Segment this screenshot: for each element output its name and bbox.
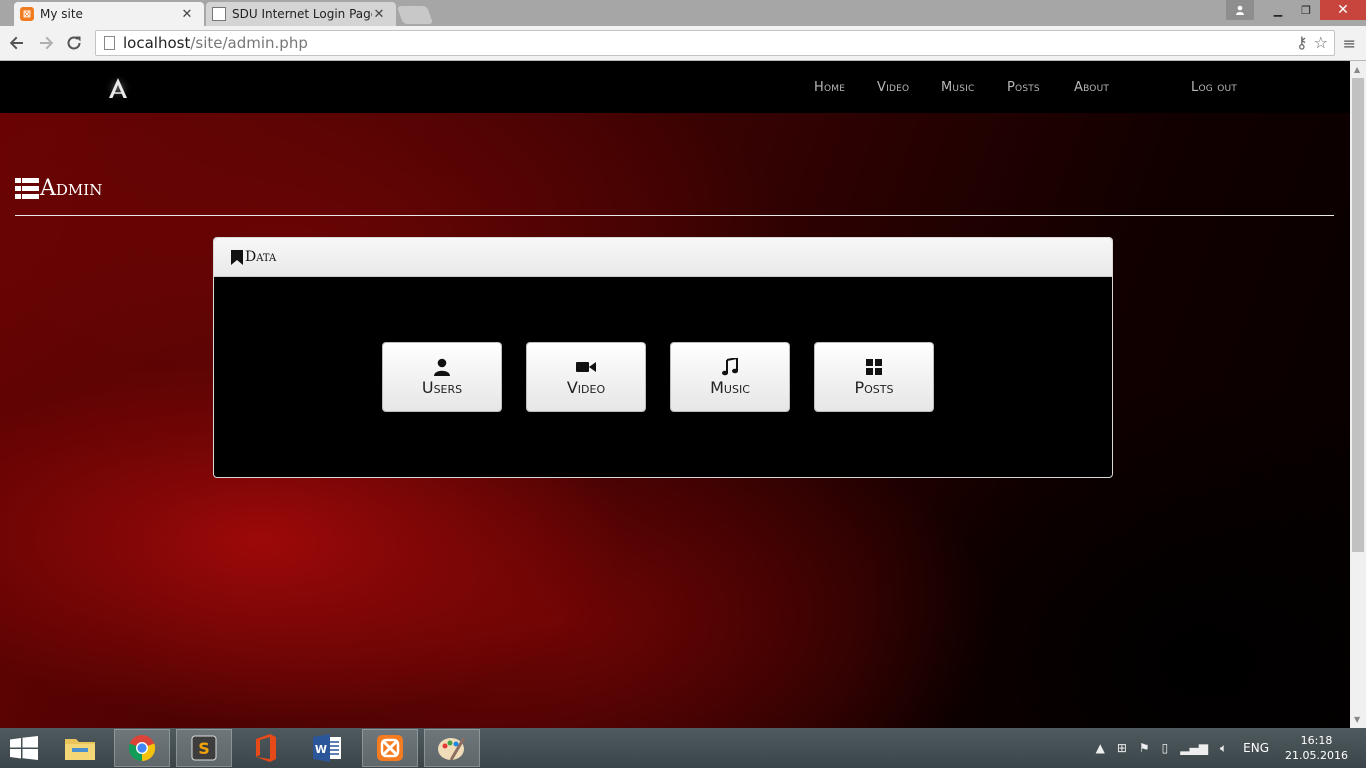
nav-posts[interactable]: Posts [1007, 80, 1040, 95]
xampp-icon: ⊠ [20, 7, 34, 21]
nav-logout[interactable]: Log out [1191, 80, 1237, 95]
word-icon[interactable]: W [300, 729, 356, 767]
address-bar[interactable]: localhost/site/admin.php ⚷ ☆ [95, 30, 1335, 56]
new-tab-button[interactable] [396, 6, 434, 24]
tab-title: SDU Internet Login Page [232, 7, 372, 21]
browser-toolbar: localhost/site/admin.php ⚷ ☆ ≡ [0, 26, 1366, 61]
file-explorer-icon[interactable] [52, 729, 108, 767]
tab-title: My site [40, 7, 83, 21]
page-title-text: Admin [40, 176, 103, 201]
data-panel: Data Users Video Music Posts [213, 237, 1113, 478]
url-path: /site/admin.php [190, 34, 308, 52]
site-navbar: Home Video Music Posts About Log out [0, 61, 1350, 113]
office-icon[interactable] [238, 729, 294, 767]
minimize-button[interactable]: ▁ [1264, 0, 1292, 20]
users-label: Users [421, 377, 463, 397]
reload-button[interactable] [63, 32, 85, 54]
svg-text:W: W [315, 743, 327, 756]
page-icon [212, 7, 226, 21]
title-divider [15, 215, 1334, 216]
clock-time: 16:18 [1300, 734, 1333, 747]
music-label: Music [710, 377, 750, 397]
nav-home[interactable]: Home [814, 80, 845, 95]
key-icon[interactable]: ⚷ [1296, 33, 1308, 52]
action-center-flag-icon[interactable]: ⚑ [1139, 741, 1150, 755]
window-controls: ▁ ❐ ✕ [1226, 0, 1366, 22]
omnibox-actions: ⚷ ☆ [1296, 33, 1328, 52]
music-note-icon [722, 357, 738, 376]
scroll-thumb[interactable] [1352, 78, 1364, 552]
posts-label: Posts [854, 377, 894, 397]
close-tab-icon[interactable]: ✕ [180, 7, 194, 22]
xampp-icon[interactable] [362, 729, 418, 767]
grid-icon [866, 358, 882, 376]
nav-music[interactable]: Music [941, 80, 974, 95]
user-icon [433, 358, 451, 376]
panel-title: Data [245, 249, 277, 265]
nav-about[interactable]: About [1074, 80, 1109, 95]
logo-icon[interactable] [104, 74, 132, 102]
nav-video[interactable]: Video [877, 80, 909, 95]
taskbar: S W ▲ ⊞ ⚑ ▯ ▂▄▆ 🔈︎ ENG 16:18 21.05.2016 [0, 728, 1366, 768]
close-tab-icon[interactable]: ✕ [372, 7, 386, 22]
windows-start-icon[interactable] [10, 736, 38, 760]
users-button[interactable]: Users [382, 342, 502, 412]
video-camera-icon [576, 358, 596, 376]
network-signal-icon[interactable]: ▂▄▆ [1180, 741, 1208, 755]
browser-menu-icon[interactable]: ≡ [1343, 34, 1356, 53]
music-button[interactable]: Music [670, 342, 790, 412]
panel-heading: Data [214, 238, 1112, 277]
show-hidden-icons-icon[interactable]: ▲ [1096, 741, 1105, 755]
restore-button[interactable]: ❐ [1292, 0, 1320, 20]
back-button[interactable] [6, 32, 28, 54]
clock-date: 21.05.2016 [1285, 749, 1348, 762]
volume-icon[interactable]: 🔈︎ [1220, 741, 1227, 756]
battery-icon[interactable]: ▯ [1162, 741, 1169, 755]
posts-button[interactable]: Posts [814, 342, 934, 412]
bookmark-star-icon[interactable]: ☆ [1314, 33, 1328, 52]
sublime-text-icon[interactable]: S [176, 729, 232, 767]
bookmark-icon [231, 249, 243, 265]
page-icon [104, 36, 115, 50]
clock[interactable]: 16:18 21.05.2016 [1285, 733, 1348, 763]
scroll-up-icon[interactable]: ▲ [1354, 65, 1360, 74]
tab-my-site[interactable]: ⊠ My site ✕ [14, 2, 204, 26]
page-title: Admin [15, 176, 102, 201]
system-tray: ▲ ⊞ ⚑ ▯ ▂▄▆ 🔈︎ ENG 16:18 21.05.2016 [1090, 728, 1366, 768]
url-host: localhost [123, 34, 191, 52]
list-icon [15, 178, 39, 199]
page-viewport: Home Video Music Posts About Log out Adm… [0, 61, 1350, 728]
browser-tabstrip: ⊠ My site ✕ SDU Internet Login Page ✕ ▁ … [0, 0, 1366, 26]
close-window-button[interactable]: ✕ [1320, 0, 1366, 20]
paint-icon[interactable] [424, 729, 480, 767]
video-label: Video [566, 377, 606, 397]
chrome-icon[interactable] [114, 729, 170, 767]
tab-sdu-login[interactable]: SDU Internet Login Page ✕ [206, 2, 396, 26]
forward-button[interactable] [35, 32, 57, 54]
windows-tray-icon[interactable]: ⊞ [1117, 741, 1127, 755]
profile-icon[interactable] [1226, 0, 1254, 20]
video-button[interactable]: Video [526, 342, 646, 412]
input-language[interactable]: ENG [1243, 741, 1269, 755]
page-scrollbar[interactable]: ▲ ▼ [1350, 61, 1366, 728]
svg-text:S: S [198, 739, 210, 758]
scroll-down-icon[interactable]: ▼ [1354, 715, 1360, 724]
